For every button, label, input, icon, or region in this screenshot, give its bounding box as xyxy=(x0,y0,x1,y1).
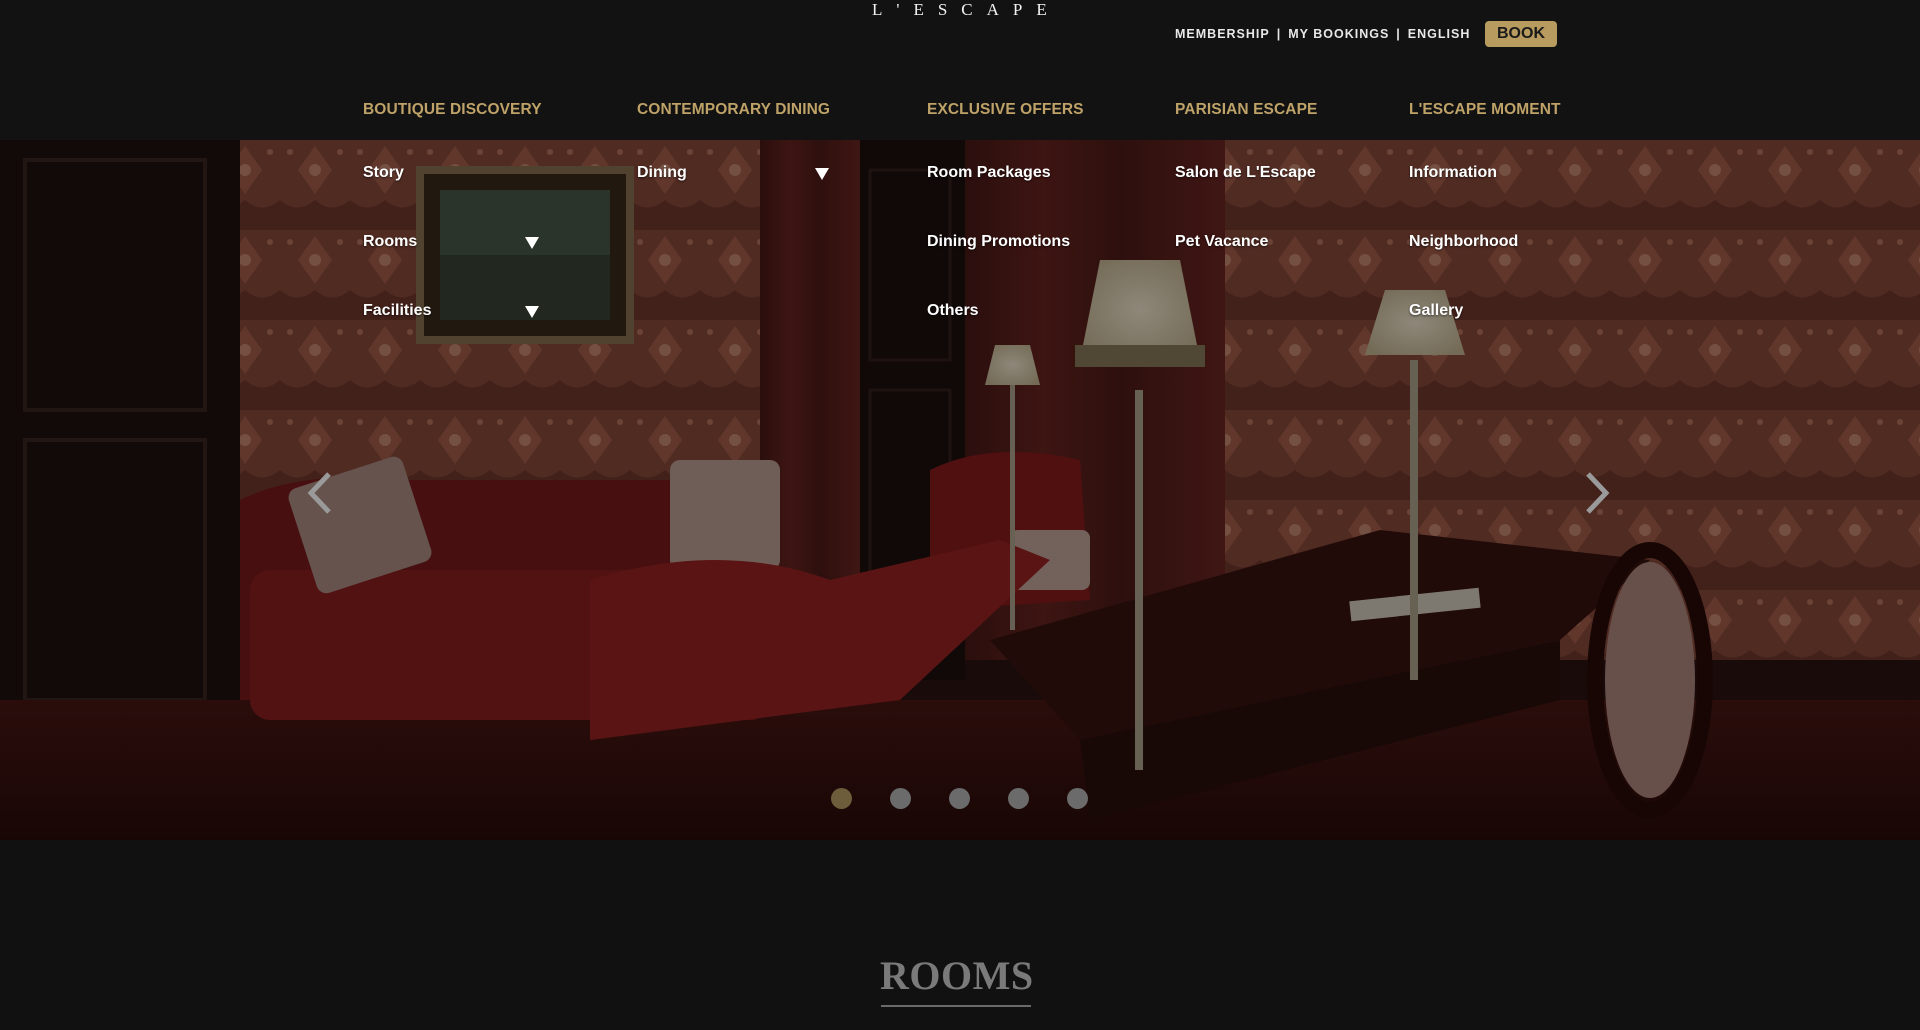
language-link[interactable]: ENGLISH xyxy=(1408,27,1471,41)
my-bookings-link[interactable]: MY BOOKINGS xyxy=(1288,27,1389,41)
nav-lescape-moment[interactable]: L'ESCAPE MOMENT xyxy=(1409,101,1561,119)
slide-dot-1[interactable] xyxy=(831,788,852,809)
menu-item-dining[interactable]: Dining xyxy=(637,164,687,182)
menu-item-room-packages[interactable]: Room Packages xyxy=(927,164,1051,182)
utility-separator: | xyxy=(1276,27,1282,41)
facilities-expand-icon[interactable] xyxy=(525,306,539,318)
menu-item-others[interactable]: Others xyxy=(927,302,979,320)
menu-item-dining-promotions[interactable]: Dining Promotions xyxy=(927,233,1070,251)
menu-item-neighborhood[interactable]: Neighborhood xyxy=(1409,233,1518,251)
chevron-right-icon[interactable] xyxy=(1582,470,1612,516)
membership-link[interactable]: MEMBERSHIP xyxy=(1175,27,1270,41)
menu-item-facilities[interactable]: Facilities xyxy=(363,302,431,320)
menu-item-pet-vacance[interactable]: Pet Vacance xyxy=(1175,233,1268,251)
section-title: ROOMS xyxy=(880,953,1034,998)
nav-exclusive-offers[interactable]: EXCLUSIVE OFFERS xyxy=(927,101,1084,119)
section-underline xyxy=(881,1005,1031,1007)
nav-boutique-discovery[interactable]: BOUTIQUE DISCOVERY xyxy=(363,101,542,119)
brand-logo[interactable]: L'ESCAPE xyxy=(872,0,1061,20)
utility-nav: MEMBERSHIP | MY BOOKINGS | ENGLISH xyxy=(1175,27,1470,41)
slide-dot-2[interactable] xyxy=(890,788,911,809)
nav-contemporary-dining[interactable]: CONTEMPORARY DINING xyxy=(637,101,830,119)
slide-dot-3[interactable] xyxy=(949,788,970,809)
nav-parisian-escape[interactable]: PARISIAN ESCAPE xyxy=(1175,101,1317,119)
utility-separator: | xyxy=(1396,27,1401,41)
slide-dot-4[interactable] xyxy=(1008,788,1029,809)
menu-item-story[interactable]: Story xyxy=(363,164,404,182)
menu-item-salon[interactable]: Salon de L'Escape xyxy=(1175,164,1316,182)
rooms-expand-icon[interactable] xyxy=(525,237,539,249)
slide-dot-5[interactable] xyxy=(1067,788,1088,809)
book-button[interactable]: BOOK xyxy=(1485,21,1557,47)
menu-item-gallery[interactable]: Gallery xyxy=(1409,302,1463,320)
dining-expand-icon[interactable] xyxy=(815,168,829,180)
chevron-left-icon[interactable] xyxy=(305,470,335,516)
menu-item-information[interactable]: Information xyxy=(1409,164,1497,182)
header-bar: L'ESCAPE MEMBERSHIP | MY BOOKINGS | ENGL… xyxy=(0,0,1920,140)
menu-item-rooms[interactable]: Rooms xyxy=(363,233,417,251)
